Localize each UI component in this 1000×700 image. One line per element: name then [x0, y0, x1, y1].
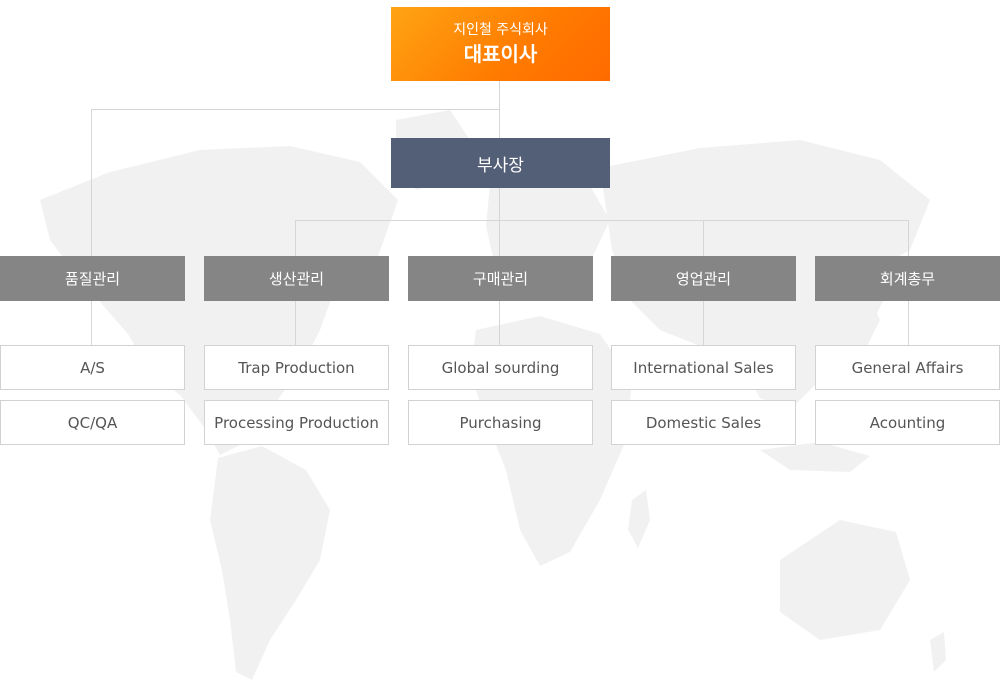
department-label: 구매관리 [472, 270, 529, 288]
connector-qc-branch-vertical [91, 109, 92, 256]
connector-dept-4-drop [703, 220, 704, 256]
new-zealand-shape [930, 632, 946, 672]
south-america-shape [210, 446, 330, 680]
connector-dept-4-teams [703, 301, 704, 345]
department-production: 생산관리 [204, 256, 389, 301]
connector-dept-2-teams [295, 301, 296, 345]
team-trap-production: Trap Production [204, 345, 389, 390]
australia-shape [780, 520, 910, 640]
team-label: Domestic Sales [645, 413, 762, 432]
team-label: International Sales [633, 358, 774, 377]
team-global-sourcing: Global sourding [408, 345, 593, 390]
connector-dept-1-teams [91, 301, 92, 345]
team-label: General Affairs [851, 358, 964, 377]
connector-dept-5-drop [908, 220, 909, 256]
vice-president-title: 부사장 [477, 155, 524, 176]
department-sales: 영업관리 [611, 256, 796, 301]
team-processing-production: Processing Production [204, 400, 389, 445]
connector-dept-5-teams [908, 301, 909, 345]
team-label: QC/QA [67, 413, 118, 432]
department-accounting: 회계총무 [815, 256, 1000, 301]
team-label: Acounting [869, 413, 946, 432]
ceo-node: 지인철 주식회사 대표이사 [391, 7, 610, 81]
connector-qc-branch-horizontal [91, 109, 500, 110]
department-label: 품질관리 [64, 270, 121, 288]
madagascar-shape [628, 490, 650, 548]
team-label: Processing Production [214, 413, 379, 432]
department-label: 생산관리 [268, 270, 325, 288]
connector-dept-3-teams [499, 301, 500, 345]
team-accounting: Acounting [815, 400, 1000, 445]
team-label: Purchasing [459, 413, 542, 432]
department-label: 영업관리 [675, 270, 732, 288]
indonesia-shape [760, 442, 870, 472]
department-label: 회계총무 [879, 270, 936, 288]
team-purchasing: Purchasing [408, 400, 593, 445]
team-label: Trap Production [238, 358, 355, 377]
team-qc-qa: QC/QA [0, 400, 185, 445]
team-general-affairs: General Affairs [815, 345, 1000, 390]
connector-dept-2-drop [295, 220, 296, 256]
connector-vp-down [499, 188, 500, 256]
team-domestic-sales: Domestic Sales [611, 400, 796, 445]
connector-departments-horizontal [295, 220, 908, 221]
team-label: Global sourding [441, 358, 560, 377]
ceo-title: 대표이사 [463, 42, 538, 66]
department-purchasing: 구매관리 [408, 256, 593, 301]
company-name: 지인철 주식회사 [453, 22, 548, 38]
team-as: A/S [0, 345, 185, 390]
team-label: A/S [80, 358, 105, 377]
vice-president-node: 부사장 [391, 138, 610, 188]
team-international-sales: International Sales [611, 345, 796, 390]
department-quality: 품질관리 [0, 256, 185, 301]
